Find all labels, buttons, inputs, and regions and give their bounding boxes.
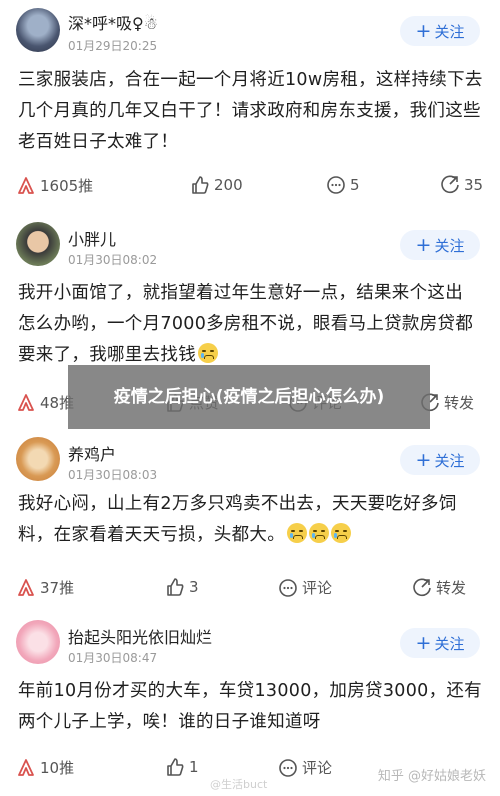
- post-text: 我开小面馆了，就指望着过年生意好一点，结果来个这出 怎么办哟，一个月7000多房…: [18, 278, 484, 371]
- follow-button[interactable]: + 关注: [400, 16, 480, 46]
- post-text-content: 我开小面馆了，就指望着过年生意好一点，结果来个这出 怎么办哟，一个月7000多房…: [18, 283, 474, 365]
- post-date: 01月30日08:02: [68, 253, 158, 267]
- post-date: 01月30日08:03: [68, 468, 158, 482]
- follow-label: 关注: [434, 634, 465, 653]
- comment-button[interactable]: 5: [326, 175, 360, 195]
- thumbs-up-icon: [192, 176, 209, 194]
- dislike-button[interactable]: 48推: [16, 392, 74, 413]
- share-button[interactable]: 转发: [412, 577, 466, 598]
- like-count: 1: [189, 758, 199, 776]
- like-button[interactable]: 200: [190, 175, 243, 195]
- comment-label: 评论: [302, 579, 333, 597]
- sad-emoji-icon: [309, 523, 329, 543]
- share-count: 35: [464, 176, 484, 194]
- follow-button[interactable]: + 关注: [400, 628, 480, 658]
- comment-button[interactable]: 评论: [278, 757, 332, 778]
- dislike-button[interactable]: 37推: [16, 577, 74, 598]
- like-count: 3: [189, 578, 199, 596]
- follow-label: 关注: [434, 22, 465, 41]
- plus-icon: +: [415, 19, 432, 42]
- watermark-small: @生活buct: [210, 778, 268, 791]
- post-text: 三家服装店，合在一起一个月将近10w房租，这样持续下去几个月真的几年又白干了！请…: [18, 70, 483, 152]
- dislike-count: 10推: [40, 759, 75, 777]
- like-button[interactable]: 3: [165, 577, 199, 597]
- crying-emoji-icon: [198, 343, 218, 363]
- share-label: 转发: [436, 579, 467, 597]
- dislike-count: 37推: [40, 579, 75, 597]
- like-count: 200: [214, 176, 243, 194]
- dislike-button[interactable]: 10推: [16, 757, 74, 778]
- share-icon: [441, 175, 459, 194]
- watermark: 知乎 @好姑娘老妖: [377, 769, 486, 784]
- sad-emoji-icon: [287, 523, 307, 543]
- plus-icon: +: [415, 233, 432, 256]
- post-date: 01月30日08:47: [68, 651, 158, 665]
- comment-count: 5: [350, 176, 360, 194]
- comment-icon: [327, 176, 345, 194]
- comment-label: 评论: [302, 759, 333, 777]
- thumbs-up-icon: [167, 758, 184, 776]
- follow-label: 关注: [434, 236, 465, 255]
- plus-icon: +: [415, 631, 432, 654]
- like-button[interactable]: 1: [165, 757, 199, 777]
- avatar[interactable]: [16, 222, 60, 266]
- avatar[interactable]: [16, 437, 60, 481]
- share-label: 转发: [444, 394, 475, 412]
- user-name[interactable]: 深*呼*吸♀☃: [68, 10, 158, 34]
- dislike-icon: [18, 578, 34, 596]
- post-text: 年前10月份才买的大车，车贷13000，加房贷3000，还有两个儿子上学，唉！谁…: [18, 681, 482, 732]
- sad-emoji-icon: [331, 523, 351, 543]
- thumbs-up-icon: [167, 578, 184, 596]
- dislike-button[interactable]: 1605推: [16, 175, 93, 196]
- post-text: 我好心闷，山上有2万多只鸡卖不出去，天天要吃好多饲料，在家看着天天亏损，头都大。: [18, 489, 484, 551]
- avatar[interactable]: [16, 620, 60, 664]
- user-name[interactable]: 抬起头阳光依旧灿烂: [68, 624, 212, 648]
- plus-icon: +: [415, 448, 432, 471]
- post-date: 01月29日20:25: [68, 39, 158, 53]
- dislike-icon: [18, 393, 34, 411]
- avatar[interactable]: [16, 8, 60, 52]
- title-banner: 疫情之后担心(疫情之后担心怎么办): [68, 365, 430, 429]
- user-name[interactable]: 小胖儿: [68, 226, 116, 250]
- post-text-content: 我好心闷，山上有2万多只鸡卖不出去，天天要吃好多饲料，在家看着天天亏损，头都大。: [18, 494, 457, 545]
- comment-icon: [279, 578, 297, 597]
- user-name[interactable]: 养鸡户: [68, 441, 116, 465]
- follow-button[interactable]: + 关注: [400, 230, 480, 260]
- share-button[interactable]: 35: [440, 175, 483, 195]
- follow-button[interactable]: + 关注: [400, 445, 480, 475]
- share-icon: [413, 578, 431, 596]
- dislike-count: 1605推: [40, 177, 94, 195]
- dislike-icon: [18, 176, 34, 194]
- comment-button[interactable]: 评论: [278, 577, 332, 598]
- dislike-icon: [18, 758, 34, 776]
- comment-icon: [279, 758, 297, 777]
- follow-label: 关注: [434, 451, 465, 470]
